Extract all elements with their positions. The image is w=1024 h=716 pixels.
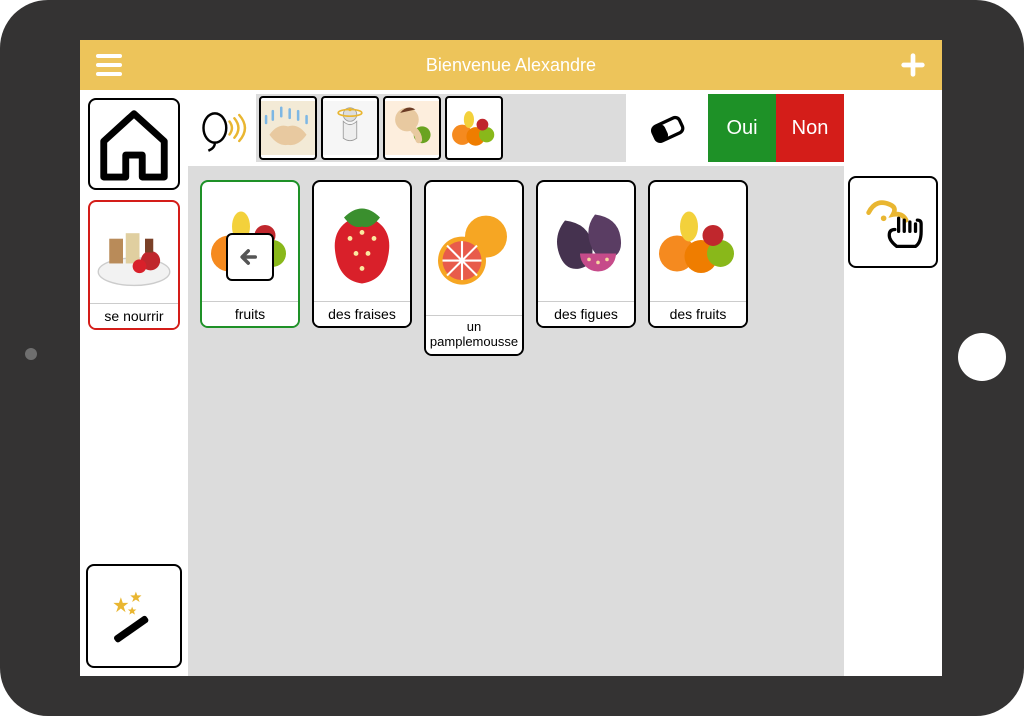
home-button[interactable]: [88, 98, 180, 190]
sentence-chip-3[interactable]: [445, 96, 503, 160]
grid-card-label: fruits: [202, 301, 298, 326]
grid-card-label: des figues: [538, 301, 634, 326]
grapefruit-icon: [426, 182, 522, 315]
eat-apple-icon: [385, 98, 439, 158]
strawberry-icon: [314, 182, 410, 301]
figs-icon: [538, 182, 634, 301]
sentence-chip-0[interactable]: [259, 96, 317, 160]
menu-button[interactable]: [94, 50, 124, 80]
plus-icon: [899, 51, 927, 79]
mixed-fruit-icon: [650, 182, 746, 301]
tablet-frame: Bienvenue Alexandre se nourrir: [0, 0, 1024, 716]
sentence-strip: Oui Non: [188, 90, 844, 166]
main-column: Oui Non fruits des fraises: [188, 90, 844, 676]
app-bar: Bienvenue Alexandre: [80, 40, 942, 90]
mixed-fruit-icon: [447, 98, 501, 158]
grid-card-fruits[interactable]: fruits: [200, 180, 300, 328]
grid-area: fruits des fraises un pamplemousse des f…: [188, 166, 844, 676]
speak-icon: [197, 102, 249, 154]
arrow-left-icon: [236, 243, 264, 271]
grid-card-label: un pamplemousse: [426, 315, 522, 354]
interact-button[interactable]: [848, 176, 938, 268]
grid-card-des-fruits[interactable]: des fruits: [648, 180, 748, 328]
wash-hands-icon: [261, 98, 315, 158]
parent-category-label: se nourrir: [90, 303, 178, 328]
tap-hand-icon: [863, 192, 923, 252]
sidebar-right: [844, 90, 942, 676]
eraser-icon: [641, 102, 693, 154]
back-button[interactable]: [226, 233, 274, 281]
yes-button[interactable]: Oui: [708, 94, 776, 162]
sentence-chip-1[interactable]: [321, 96, 379, 160]
body: se nourrir: [80, 90, 942, 676]
add-button[interactable]: [898, 50, 928, 80]
screen: Bienvenue Alexandre se nourrir: [80, 40, 942, 676]
speak-button[interactable]: [190, 94, 256, 162]
home-icon: [90, 100, 178, 188]
grid-card-label: des fruits: [650, 301, 746, 326]
grid-card-label: des fraises: [314, 301, 410, 326]
appbar-title: Bienvenue Alexandre: [426, 55, 596, 76]
hamburger-icon: [96, 63, 122, 67]
sidebar-left: se nourrir: [80, 90, 188, 676]
magic-wand-icon: [104, 586, 164, 646]
erase-button[interactable]: [626, 94, 708, 162]
sentence-chip-2[interactable]: [383, 96, 441, 160]
no-button[interactable]: Non: [776, 94, 844, 162]
food-plate-icon: [90, 202, 178, 303]
grid-card-fraises[interactable]: des fraises: [312, 180, 412, 328]
grid-card-pamplemousse[interactable]: un pamplemousse: [424, 180, 524, 356]
grid-card-figues[interactable]: des figues: [536, 180, 636, 328]
magic-button[interactable]: [86, 564, 182, 668]
want-figure-icon: [323, 98, 377, 158]
sentence-bar[interactable]: [256, 94, 626, 162]
parent-category-card[interactable]: se nourrir: [88, 200, 180, 330]
